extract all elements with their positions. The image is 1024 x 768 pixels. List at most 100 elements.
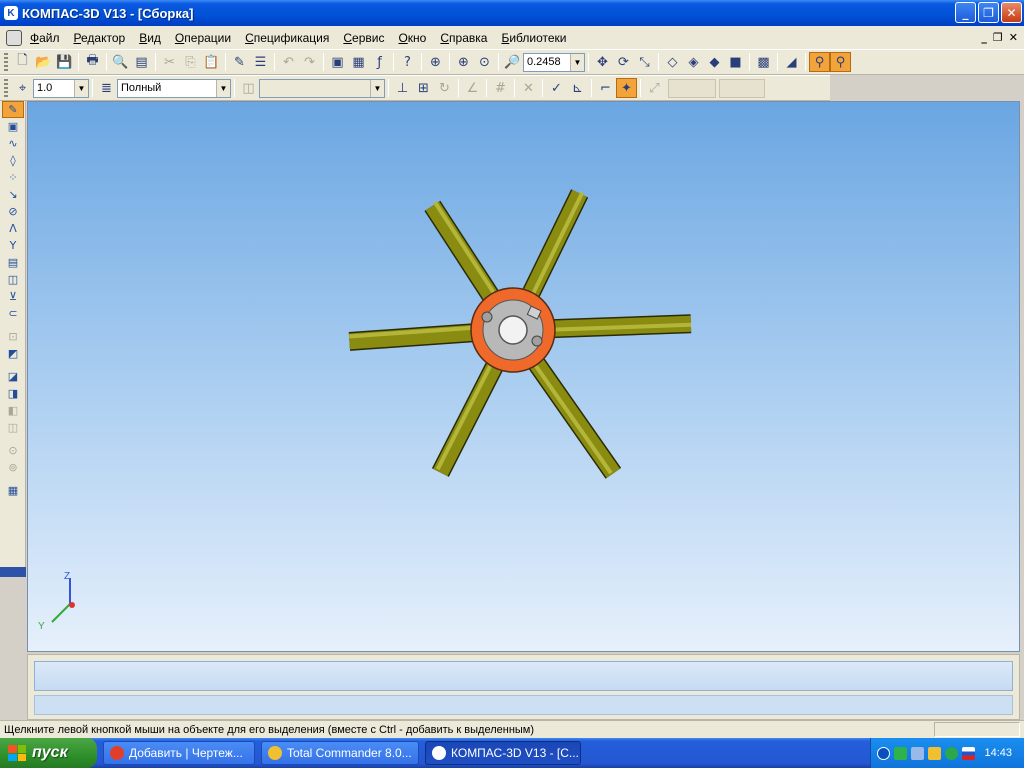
toolbar-grip[interactable]	[4, 79, 8, 97]
halftone-icon[interactable]: ■	[725, 52, 746, 72]
grid-icon[interactable]: #	[490, 78, 511, 98]
zoom-scale-combo[interactable]: 0.2458 ▼	[523, 52, 585, 72]
menu-specification[interactable]: Спецификация	[245, 31, 329, 45]
doc-minimize-button[interactable]: _	[981, 31, 987, 44]
local-cs-icon[interactable]: ⊥	[392, 78, 413, 98]
pan-icon[interactable]: ✥	[592, 52, 613, 72]
add-component-icon[interactable]: ▣	[2, 118, 24, 135]
rotate-view-icon[interactable]: ↻	[434, 78, 455, 98]
doc-restore-button[interactable]: ❐	[993, 31, 1003, 44]
mate-icon[interactable]: ⊘	[2, 203, 24, 220]
perspective-icon[interactable]: ◢	[781, 52, 802, 72]
property-panel-field[interactable]	[34, 661, 1013, 691]
step-icon[interactable]: ⌐	[595, 78, 616, 98]
mass-properties-icon[interactable]: ⊚	[2, 459, 24, 476]
doc-close-button[interactable]: ✕	[1009, 31, 1018, 44]
properties-icon[interactable]: ☰	[250, 52, 271, 72]
curves-icon[interactable]: ∿	[2, 135, 24, 152]
magic-snap-icon[interactable]: ✦	[616, 78, 637, 98]
hub[interactable]	[470, 287, 556, 373]
document-manager-icon[interactable]: ▤	[131, 52, 152, 72]
filter-icon[interactable]: Y	[2, 237, 24, 254]
document-icon[interactable]	[6, 29, 22, 46]
library-manager-icon[interactable]: ▦	[348, 52, 369, 72]
filter-selection-icon[interactable]: ⚲	[830, 52, 851, 72]
reports-icon[interactable]: ◫	[2, 271, 24, 288]
thin-hidden-lines-icon[interactable]: ◆	[704, 52, 725, 72]
line-style-combo[interactable]: Полный ▼	[117, 78, 231, 98]
redo-icon[interactable]: ↷	[299, 52, 320, 72]
minimize-button[interactable]: _	[955, 2, 976, 23]
open-folder-icon[interactable]: 📂	[33, 52, 54, 72]
axes-filter-icon[interactable]: ✕	[518, 78, 539, 98]
copy-icon[interactable]: ⎘	[180, 52, 201, 72]
wireframe-icon[interactable]: ◇	[662, 52, 683, 72]
sheet-metal-icon[interactable]: ⊂	[2, 305, 24, 322]
tray-bell-icon[interactable]	[911, 746, 924, 760]
variables-icon[interactable]: ƒ	[369, 52, 390, 72]
standard-product-icon[interactable]: ◨	[2, 385, 24, 402]
undo-icon[interactable]: ↶	[278, 52, 299, 72]
assembly-model[interactable]: Z Y	[28, 102, 1020, 652]
close-button[interactable]: ✕	[1001, 2, 1022, 23]
menu-help[interactable]: Справка	[440, 31, 487, 45]
auxiliary-geometry-icon[interactable]: ↘	[2, 186, 24, 203]
coordinate-system-icon[interactable]: ⌖	[12, 78, 33, 98]
collision-check-icon[interactable]: ⊙	[2, 442, 24, 459]
rotate-component-icon[interactable]: ◫	[2, 419, 24, 436]
edit-assembly-icon[interactable]: ✎	[2, 101, 24, 118]
clock[interactable]: 14:43	[984, 747, 1012, 759]
hidden-lines-icon[interactable]: ◈	[683, 52, 704, 72]
paste-icon[interactable]: 📋	[201, 52, 222, 72]
copy-properties-icon[interactable]: ✎	[229, 52, 250, 72]
halftone-edges-icon[interactable]: ▩	[753, 52, 774, 72]
zoom-fit-icon[interactable]: ⊙	[474, 52, 495, 72]
menu-operations[interactable]: Операции	[175, 31, 231, 45]
print-icon[interactable]: 🖶	[82, 52, 103, 72]
print-preview-icon[interactable]: 🔍	[110, 52, 131, 72]
menu-editor[interactable]: Редактор	[74, 31, 126, 45]
task-total-commander[interactable]: Total Commander 8.0...	[261, 741, 419, 765]
tray-security-icon[interactable]	[928, 746, 941, 760]
menu-view[interactable]: Вид	[139, 31, 161, 45]
filter-objects-icon[interactable]: ⚲	[809, 52, 830, 72]
arrays-icon[interactable]: ⁘	[2, 169, 24, 186]
tray-update-icon[interactable]	[945, 746, 958, 760]
start-button[interactable]: пуск	[0, 738, 97, 768]
restore-button[interactable]: ❐	[978, 2, 999, 23]
menu-service[interactable]: Сервис	[343, 31, 384, 45]
ortho-mode-icon[interactable]: ⊾	[567, 78, 588, 98]
new-document-icon[interactable]: 🗋	[12, 52, 33, 72]
zoom-scale-icon[interactable]: 🔎	[502, 52, 523, 72]
rotate-icon[interactable]: ⟳	[613, 52, 634, 72]
menu-window[interactable]: Окно	[398, 31, 426, 45]
component-properties-icon[interactable]: ▦	[2, 482, 24, 499]
save-icon[interactable]: 💾	[54, 52, 75, 72]
surfaces-icon[interactable]: ◊	[2, 152, 24, 169]
task-browser[interactable]: Добавить | Чертеж...	[103, 741, 255, 765]
chevron-down-icon[interactable]: ▼	[570, 53, 584, 71]
component-from-file-icon[interactable]: ◪	[2, 368, 24, 385]
move-component-icon[interactable]: ◧	[2, 402, 24, 419]
orientation-icon[interactable]: ⤡	[634, 52, 655, 72]
scale-combo[interactable]: 1.0 ▼	[33, 78, 89, 98]
toolbar-grip[interactable]	[4, 53, 8, 71]
kompas-app-icon[interactable]: Κ	[4, 6, 18, 20]
model-viewport[interactable]: Z Y	[27, 101, 1020, 652]
check-icon[interactable]: ✓	[546, 78, 567, 98]
zoom-window-icon[interactable]: ⊕	[425, 52, 446, 72]
task-kompas[interactable]: КОМПАС-3D V13 - [С...	[425, 741, 581, 765]
cut-icon[interactable]: ✂	[159, 52, 180, 72]
help-pointer-icon[interactable]: ?	[397, 52, 418, 72]
orthogonal-icon[interactable]: ∠	[462, 78, 483, 98]
dimensions-icon[interactable]: Λ	[2, 220, 24, 237]
snap-icon[interactable]: ⊞	[413, 78, 434, 98]
manager-panel-icon[interactable]: ▣	[327, 52, 348, 72]
tray-expand-icon[interactable]	[877, 746, 890, 760]
tray-network-icon[interactable]	[894, 746, 907, 760]
toolbar-expand-arrow[interactable]	[0, 567, 26, 577]
specification-icon[interactable]: ▤	[2, 254, 24, 271]
menu-libraries[interactable]: Библиотеки	[501, 31, 566, 45]
create-part-icon[interactable]: ◩	[2, 345, 24, 362]
chevron-down-icon[interactable]: ▼	[216, 79, 230, 97]
